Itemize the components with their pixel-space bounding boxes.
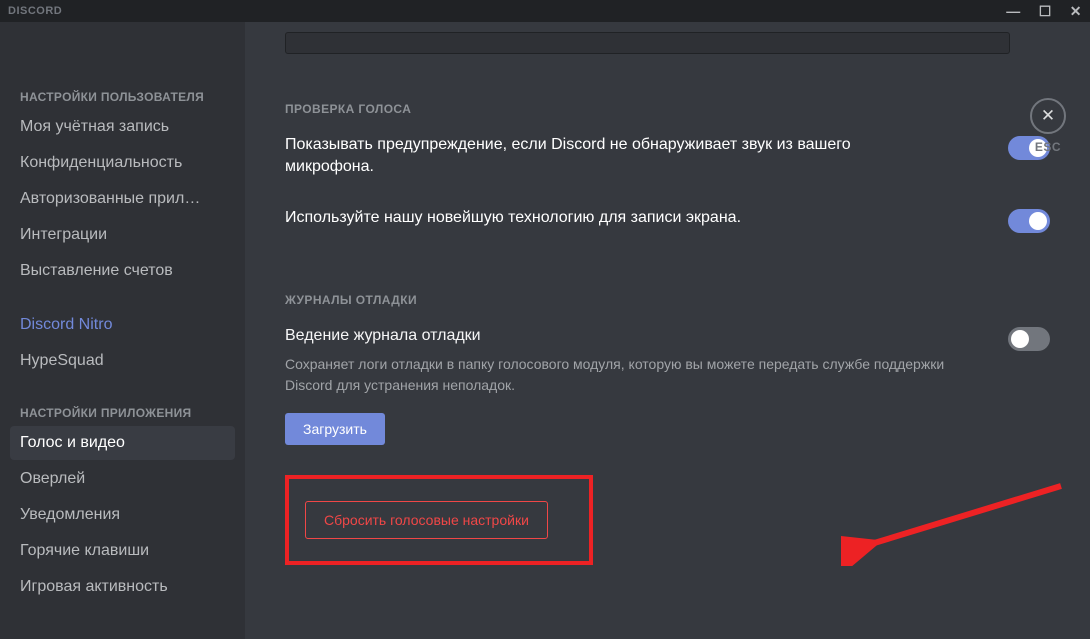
close-settings-button[interactable]: ✕ xyxy=(1030,98,1066,134)
sidebar-item-integrations[interactable]: Интеграции xyxy=(10,218,235,252)
maximize-icon[interactable]: ☐ xyxy=(1039,4,1052,18)
sidebar-item-overlay[interactable]: Оверлей xyxy=(10,462,235,496)
sidebar-item-account[interactable]: Моя учётная запись xyxy=(10,110,235,144)
titlebar: DISCORD — ☐ ✕ xyxy=(0,0,1090,22)
sidebar-item-nitro[interactable]: Discord Nitro xyxy=(10,308,235,342)
setting-debug-log: Ведение журнала отладки Сохраняет логи о… xyxy=(285,325,1050,395)
setting-screen-capture: Используйте нашу новейшую технологию для… xyxy=(285,207,1050,233)
sidebar-item-privacy[interactable]: Конфиденциальность xyxy=(10,146,235,180)
toggle-debug-log[interactable] xyxy=(1008,327,1050,351)
setting-screen-capture-label: Используйте нашу новейшую технологию для… xyxy=(285,207,741,229)
app-body: НАСТРОЙКИ ПОЛЬЗОВАТЕЛЯ Моя учётная запис… xyxy=(0,22,1090,639)
setting-debug-log-title: Ведение журнала отладки xyxy=(285,325,985,347)
sidebar-heading-user: НАСТРОЙКИ ПОЛЬЗОВАТЕЛЯ xyxy=(10,82,235,110)
setting-warn-no-input: Показывать предупреждение, если Discord … xyxy=(285,134,1050,179)
section-voice-check: ПРОВЕРКА ГОЛОСА xyxy=(285,102,1050,116)
window-controls: — ☐ ✕ xyxy=(1006,4,1082,18)
close-x-icon: ✕ xyxy=(1041,106,1055,126)
sidebar-item-authorized-apps[interactable]: Авторизованные прил… xyxy=(10,182,235,216)
reset-highlight-box: Сбросить голосовые настройки xyxy=(285,475,593,565)
sidebar-item-billing[interactable]: Выставление счетов xyxy=(10,254,235,288)
sidebar-heading-app: НАСТРОЙКИ ПРИЛОЖЕНИЯ xyxy=(10,398,235,426)
reset-voice-button[interactable]: Сбросить голосовые настройки xyxy=(305,501,548,539)
setting-warn-no-input-label: Показывать предупреждение, если Discord … xyxy=(285,134,925,179)
settings-sidebar: НАСТРОЙКИ ПОЛЬЗОВАТЕЛЯ Моя учётная запис… xyxy=(0,22,245,639)
setting-debug-log-desc: Сохраняет логи отладки в папку голосовог… xyxy=(285,354,985,395)
sidebar-item-notifications[interactable]: Уведомления xyxy=(10,498,235,532)
settings-content: ПРОВЕРКА ГОЛОСА Показывать предупреждени… xyxy=(245,22,1090,639)
download-button[interactable]: Загрузить xyxy=(285,413,385,445)
annotation-arrow-icon xyxy=(841,476,1081,566)
input-device-dropdown[interactable] xyxy=(285,32,1010,54)
sidebar-item-game-activity[interactable]: Игровая активность xyxy=(10,570,235,604)
toggle-screen-capture[interactable] xyxy=(1008,209,1050,233)
sidebar-item-hotkeys[interactable]: Горячие клавиши xyxy=(10,534,235,568)
sidebar-item-voice-video[interactable]: Голос и видео xyxy=(10,426,235,460)
section-debug-logs: ЖУРНАЛЫ ОТЛАДКИ xyxy=(285,293,1050,307)
close-icon[interactable]: ✕ xyxy=(1070,4,1082,18)
close-settings-label: ESC xyxy=(1030,140,1066,154)
close-settings: ✕ ESC xyxy=(1030,98,1066,154)
minimize-icon[interactable]: — xyxy=(1006,4,1021,18)
sidebar-item-hypesquad[interactable]: HypeSquad xyxy=(10,344,235,378)
app-name: DISCORD xyxy=(8,5,62,17)
